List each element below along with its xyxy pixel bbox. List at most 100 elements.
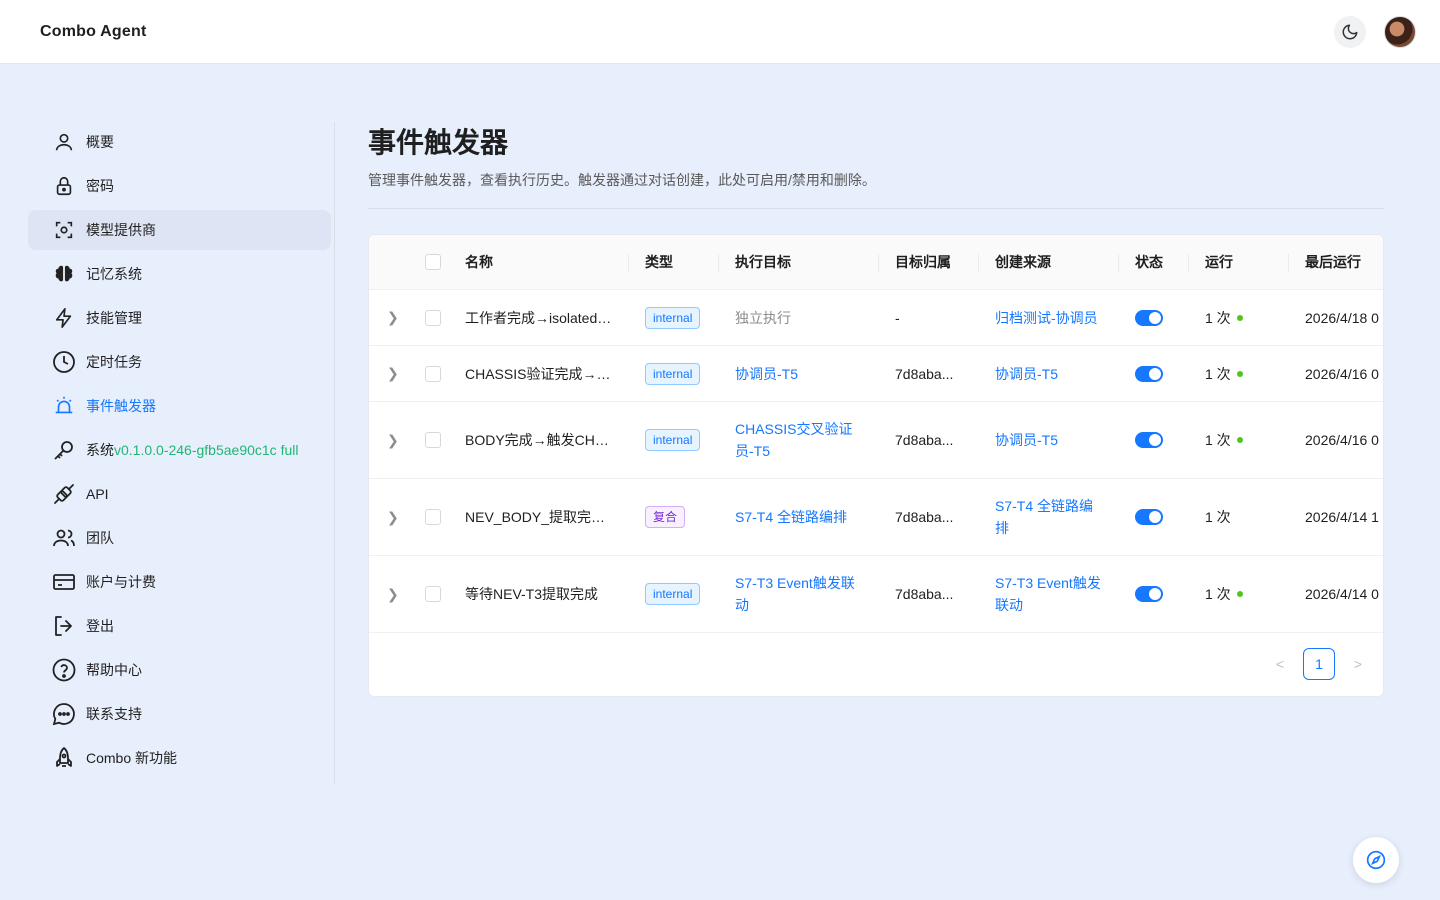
execution-target-link[interactable]: S7-T3 Event触发联动 [735,572,865,616]
expand-chevron-icon[interactable]: ❯ [387,432,399,449]
sidebar-item-support[interactable]: 联系支持 [28,694,331,734]
sidebar-item-label: 系统v0.1.0.0-246-gfb5ae90c1c full [86,440,298,460]
execution-target-link[interactable]: CHASSIS交叉验证员-T5 [735,418,865,462]
rocket-icon [52,746,76,770]
sidebar-item-memory[interactable]: 记忆系统 [28,254,331,294]
column-header-target[interactable]: 执行目标 [735,235,791,290]
compass-icon [1366,850,1386,870]
execution-target-link[interactable]: S7-T4 全链路编排 [735,506,847,528]
card-icon [52,570,76,594]
sidebar-item-api[interactable]: API [28,474,331,514]
execution-target-link[interactable]: 协调员-T5 [735,363,798,385]
sidebar-item-model-provider[interactable]: 模型提供商 [28,210,331,250]
trigger-name: NEV_BODY_提取完成触发 [465,509,615,525]
expand-chevron-icon[interactable]: ❯ [387,309,399,326]
status-toggle[interactable] [1135,432,1163,448]
plug-icon [52,482,76,506]
sidebar-item-event-triggers[interactable]: 事件触发器 [28,386,331,426]
run-count: 1 次 [1205,365,1231,382]
sidebar-item-label: 模型提供商 [86,222,156,238]
sidebar-item-label: 记忆系统 [86,266,142,282]
sidebar-item-password[interactable]: 密码 [28,166,331,206]
column-header-status[interactable]: 状态 [1135,235,1163,290]
sidebar-item-overview[interactable]: 概要 [28,122,331,162]
row-checkbox[interactable] [425,509,441,525]
sidebar-item-team[interactable]: 团队 [28,518,331,558]
status-toggle[interactable] [1135,509,1163,525]
success-dot-icon [1236,370,1243,377]
chat-icon [52,702,76,726]
sidebar-item-system[interactable]: 系统v0.1.0.0-246-gfb5ae90c1c full [28,430,331,470]
row-checkbox[interactable] [425,432,441,448]
user-icon [52,130,76,154]
column-header-last-run[interactable]: 最后运行 [1305,235,1361,290]
header-actions [1334,15,1416,48]
type-tag: internal [645,362,701,385]
sidebar-item-label: 密码 [86,178,114,194]
column-header-name[interactable]: 名称 [465,235,493,290]
next-page-icon[interactable]: > [1349,656,1367,672]
type-tag: 复合 [645,506,686,528]
theme-toggle-button[interactable] [1334,15,1366,48]
column-divider [1288,254,1289,272]
compass-button[interactable] [1353,837,1399,883]
sidebar-item-whats-new[interactable]: Combo 新功能 [28,738,331,778]
table-row[interactable]: ❯ 工作者完成→isolated执行 internal 独立执行 - 归档测试-… [369,290,1383,346]
table-row[interactable]: ❯ CHASSIS验证完成→触发 internal 协调员-T5 7d8aba.… [369,346,1383,402]
success-dot-icon [1236,591,1243,597]
column-divider [978,254,979,272]
sidebar-item-scheduled-tasks[interactable]: 定时任务 [28,342,331,382]
select-all-checkbox[interactable] [425,254,441,270]
row-checkbox[interactable] [425,365,441,382]
row-checkbox[interactable] [425,586,441,602]
column-divider [718,254,719,272]
sidebar-item-billing[interactable]: 账户与计费 [28,562,331,602]
expand-chevron-icon[interactable]: ❯ [387,509,399,526]
column-header-source[interactable]: 创建来源 [995,235,1051,290]
page-number-button[interactable]: 1 [1303,648,1335,680]
run-count: 1 次 [1205,432,1231,448]
prev-page-icon[interactable]: < [1271,656,1289,672]
sidebar-item-logout[interactable]: 登出 [28,606,331,646]
logout-icon [52,614,76,638]
sidebar-item-label: API [86,486,109,502]
source-link[interactable]: S7-T4 全链路编排 [995,495,1105,539]
column-header-owner[interactable]: 目标归属 [895,235,951,290]
last-run-time: 2026/4/18 0 [1305,309,1379,326]
execution-target: 独立执行 [735,309,791,326]
source-link[interactable]: S7-T3 Event触发联动 [995,572,1105,616]
table-row[interactable]: ❯ BODY完成→触发CHASSIS internal CHASSIS交叉验证员… [369,402,1383,479]
sidebar-item-label: 事件触发器 [86,398,156,414]
row-checkbox[interactable] [425,309,441,326]
model-icon [52,218,76,242]
triggers-table: 名称 类型 执行目标 目标归属 创建来源 状态 运行 最后运行 ❯ 工作者完成→… [368,234,1384,697]
run-count: 1 次 [1205,509,1231,525]
target-owner: 7d8aba... [895,586,954,602]
table-row[interactable]: ❯ 等待NEV-T3提取完成 internal S7-T3 Event触发联动 … [369,556,1383,633]
brain-icon [52,262,76,286]
column-divider [1118,254,1119,272]
lightning-icon [52,306,76,330]
page-title: 事件触发器 [368,127,509,158]
system-label: 系统 [86,442,114,458]
table-row[interactable]: ❯ NEV_BODY_提取完成触发 复合 S7-T4 全链路编排 7d8aba.… [369,479,1383,556]
status-toggle[interactable] [1135,309,1163,326]
source-link[interactable]: 协调员-T5 [995,429,1058,451]
user-avatar[interactable] [1384,15,1416,48]
expand-chevron-icon[interactable]: ❯ [387,365,399,382]
column-header-runs[interactable]: 运行 [1205,235,1233,290]
status-toggle[interactable] [1135,586,1163,602]
column-header-type[interactable]: 类型 [645,235,673,290]
sidebar-item-label: 团队 [86,530,114,546]
pagination: < 1 > [1271,648,1367,680]
sidebar-item-help[interactable]: 帮助中心 [28,650,331,690]
sidebar-item-skills[interactable]: 技能管理 [28,298,331,338]
expand-chevron-icon[interactable]: ❯ [387,586,399,603]
source-link[interactable]: 归档测试-协调员 [995,307,1098,329]
moon-icon [1342,24,1358,39]
source-link[interactable]: 协调员-T5 [995,363,1058,385]
main-content: 事件触发器 管理事件触发器，查看执行历史。触发器通过对话创建，此处可启用/禁用和… [368,122,1384,697]
status-toggle[interactable] [1135,365,1163,382]
version-text: v0.1.0.0-246-gfb5ae90c1c full [114,442,299,458]
sidebar-item-label: 概要 [86,134,114,150]
